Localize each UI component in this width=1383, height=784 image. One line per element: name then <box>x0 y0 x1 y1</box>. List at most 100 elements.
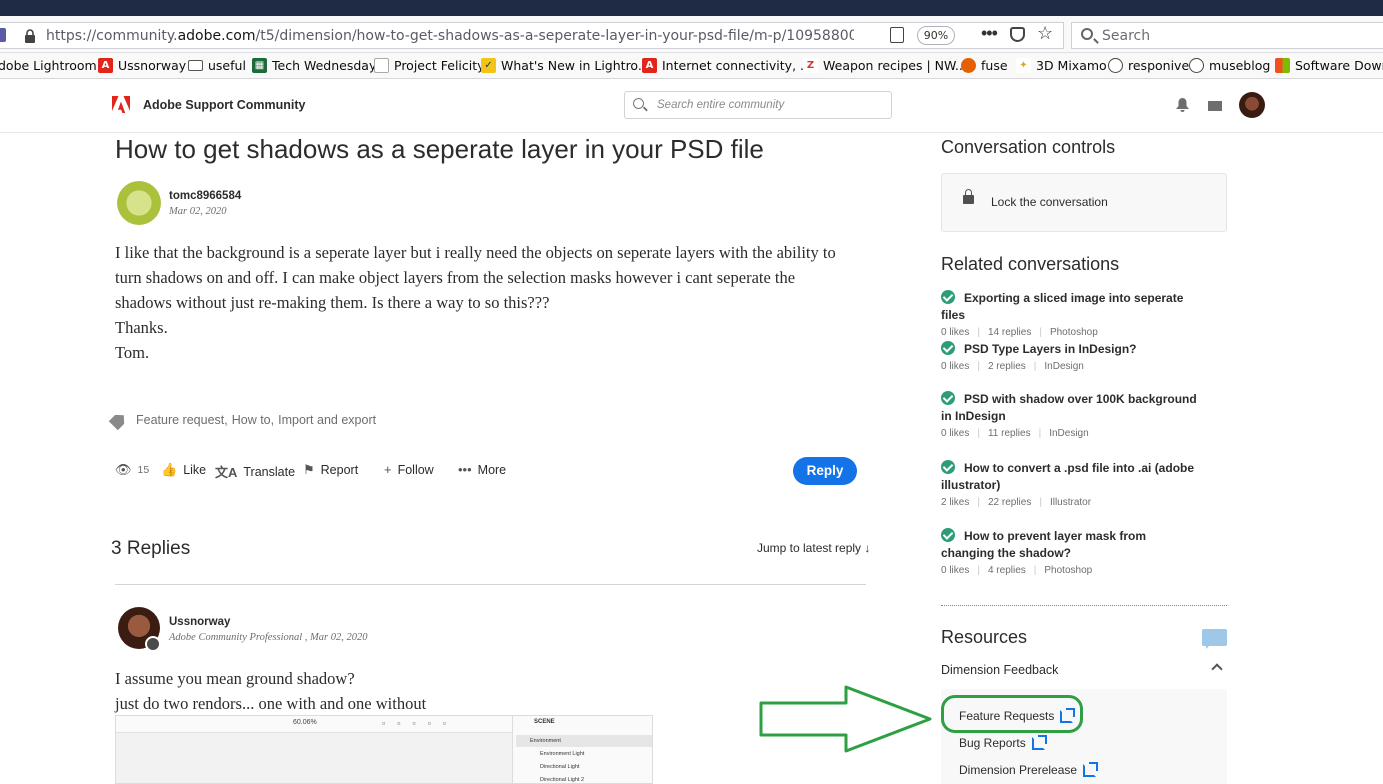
reply-button[interactable]: Reply <box>793 457 857 485</box>
messages-mail-icon[interactable] <box>1208 101 1222 111</box>
author-name[interactable]: tomc8966584 <box>169 190 241 202</box>
screenshot-row: Environment Light <box>540 751 585 757</box>
z-icon: Z <box>803 58 818 73</box>
reply-screenshot-image[interactable]: 60.06% ▫▫▫▫▫ SCENE Environment Environme… <box>115 715 653 784</box>
related-conversation-item[interactable]: PSD Type Layers in InDesign? 0 likes2 re… <box>941 341 1201 372</box>
post-body-line: Tom. <box>115 343 150 362</box>
related-title[interactable]: PSD with shadow over 100K background in … <box>941 392 1197 423</box>
bookmark-item[interactable]: museblog <box>1189 58 1270 73</box>
translate-button[interactable]: 文A Translate <box>215 462 295 481</box>
bookmark-item[interactable]: A Ussnorway <box>98 58 186 73</box>
related-replies: 14 replies <box>969 327 1031 338</box>
bookmark-label: Tech Wednesday <box>272 58 377 73</box>
author-avatar[interactable] <box>117 181 161 225</box>
bookmark-label: What's New in Lightro... <box>501 58 650 73</box>
chevron-up-icon[interactable] <box>1211 663 1223 675</box>
bookmark-item[interactable]: A Internet connectivity, ... <box>642 58 812 73</box>
related-board[interactable]: InDesign <box>1026 361 1084 372</box>
post-body-line: Thanks. <box>115 318 168 337</box>
bookmark-item[interactable]: ▦ Tech Wednesday <box>252 58 376 73</box>
dimension-prerelease-label: Dimension Prerelease <box>959 763 1078 777</box>
translate-label: Translate <box>243 464 296 479</box>
tag-link[interactable]: How to, <box>232 413 274 427</box>
post-date: Mar 02, 2020 <box>169 206 227 217</box>
community-search-input[interactable]: Search entire community <box>624 91 892 119</box>
search-icon <box>633 98 644 109</box>
conversation-controls-heading: Conversation controls <box>941 137 1116 157</box>
bookmark-item[interactable]: Project Felicity <box>374 58 485 73</box>
adobe-logo-icon[interactable] <box>112 96 130 113</box>
site-title[interactable]: Adobe Support Community <box>143 98 306 112</box>
related-conversation-item[interactable]: How to prevent layer mask from changing … <box>941 528 1201 576</box>
solved-check-icon <box>941 341 955 355</box>
resources-heading: Resources <box>941 627 1028 647</box>
post-body-line: turn shadows on and off. I can make obje… <box>115 268 796 287</box>
related-conversation-item[interactable]: PSD with shadow over 100K background in … <box>941 391 1201 439</box>
related-board[interactable]: InDesign <box>1031 428 1089 439</box>
more-label: More <box>477 462 507 477</box>
zoom-indicator[interactable]: 90% <box>917 26 955 45</box>
grid-icon: ▦ <box>252 58 267 73</box>
solved-check-icon <box>941 290 955 304</box>
lock-icon[interactable] <box>24 29 36 43</box>
flag-icon: ⚑ <box>303 462 315 477</box>
adobe-icon: A <box>642 58 657 73</box>
folder-icon <box>188 60 203 71</box>
bookmark-star-icon[interactable]: ☆ <box>1037 23 1053 44</box>
report-button[interactable]: ⚑ Report <box>303 462 358 478</box>
related-title[interactable]: Exporting a sliced image into seperate f… <box>941 291 1183 322</box>
post-body-line: I like that the background is a seperate… <box>115 243 836 262</box>
bookmark-item[interactable]: fuse <box>961 58 1008 73</box>
tag-link[interactable]: Import and export <box>278 413 376 427</box>
related-board[interactable]: Illustrator <box>1031 497 1091 508</box>
more-button[interactable]: ••• More <box>458 462 506 477</box>
page-actions-icon[interactable]: ••• <box>981 23 998 44</box>
dimension-prerelease-link[interactable]: Dimension Prerelease <box>959 761 1099 777</box>
pocket-icon[interactable] <box>1010 27 1025 42</box>
more-dots-icon: ••• <box>458 462 472 477</box>
jump-to-latest-reply[interactable]: Jump to latest reply ↓ <box>757 541 870 555</box>
tracking-shield-icon[interactable] <box>0 28 6 42</box>
tag-icon <box>109 410 129 430</box>
lock-conversation-button[interactable]: Lock the conversation <box>941 173 1227 232</box>
user-avatar[interactable] <box>1239 92 1265 118</box>
reader-view-icon[interactable] <box>890 27 904 43</box>
related-board[interactable]: Photoshop <box>1026 565 1092 576</box>
annotation-arrow <box>759 685 932 753</box>
url-text[interactable]: https://community.adobe.com/t5/dimension… <box>46 28 854 44</box>
follow-button[interactable]: + Follow <box>384 462 434 477</box>
related-likes: 0 likes <box>941 565 970 576</box>
dimension-feedback-toggle[interactable]: Dimension Feedback <box>941 663 1058 677</box>
sidebar-divider <box>941 605 1227 606</box>
bookmark-item[interactable]: ✦ 3D Mixamo <box>1016 58 1107 73</box>
browser-search-box[interactable]: Search <box>1071 22 1383 49</box>
bookmark-item[interactable]: responive <box>1108 58 1189 73</box>
tag-link[interactable]: Feature request, <box>136 413 228 427</box>
screenshot-row: Directional Light <box>540 764 580 770</box>
related-title[interactable]: PSD Type Layers in InDesign? <box>964 342 1137 356</box>
bookmark-item[interactable]: ✓ What's New in Lightro... <box>481 58 650 73</box>
related-title[interactable]: How to convert a .psd file into .ai (ado… <box>941 461 1194 492</box>
external-link-icon <box>1083 761 1099 777</box>
solved-check-icon <box>941 391 955 405</box>
bookmark-label: museblog <box>1209 58 1271 73</box>
like-button[interactable]: 👍 Like <box>161 462 206 478</box>
screenshot-zoom: 60.06% <box>293 719 317 726</box>
related-title[interactable]: How to prevent layer mask from changing … <box>941 529 1146 560</box>
bookmark-item[interactable]: dobe Lightroom <box>0 58 97 73</box>
bookmarks-bar: dobe Lightroom A Ussnorway useful ▦ Tech W… <box>0 53 1383 79</box>
related-conversation-item[interactable]: Exporting a sliced image into seperate f… <box>941 290 1201 338</box>
related-replies: 22 replies <box>969 497 1031 508</box>
bookmark-item[interactable]: Software Downlo <box>1275 58 1383 73</box>
notifications-bell-icon[interactable] <box>1176 98 1189 112</box>
globe-icon <box>1189 58 1204 73</box>
bug-reports-link[interactable]: Bug Reports <box>959 734 1047 750</box>
related-board[interactable]: Photoshop <box>1031 327 1097 338</box>
bookmark-item[interactable]: Z Weapon recipes | NW... <box>803 58 967 73</box>
community-search-placeholder: Search entire community <box>657 99 785 111</box>
related-conversation-item[interactable]: How to convert a .psd file into .ai (ado… <box>941 460 1201 508</box>
reply-author-name[interactable]: Ussnorway <box>169 616 230 628</box>
related-replies: 11 replies <box>969 428 1030 439</box>
url-bar[interactable]: https://community.adobe.com/t5/dimension… <box>0 22 1064 49</box>
bookmark-item[interactable]: useful <box>188 58 246 73</box>
